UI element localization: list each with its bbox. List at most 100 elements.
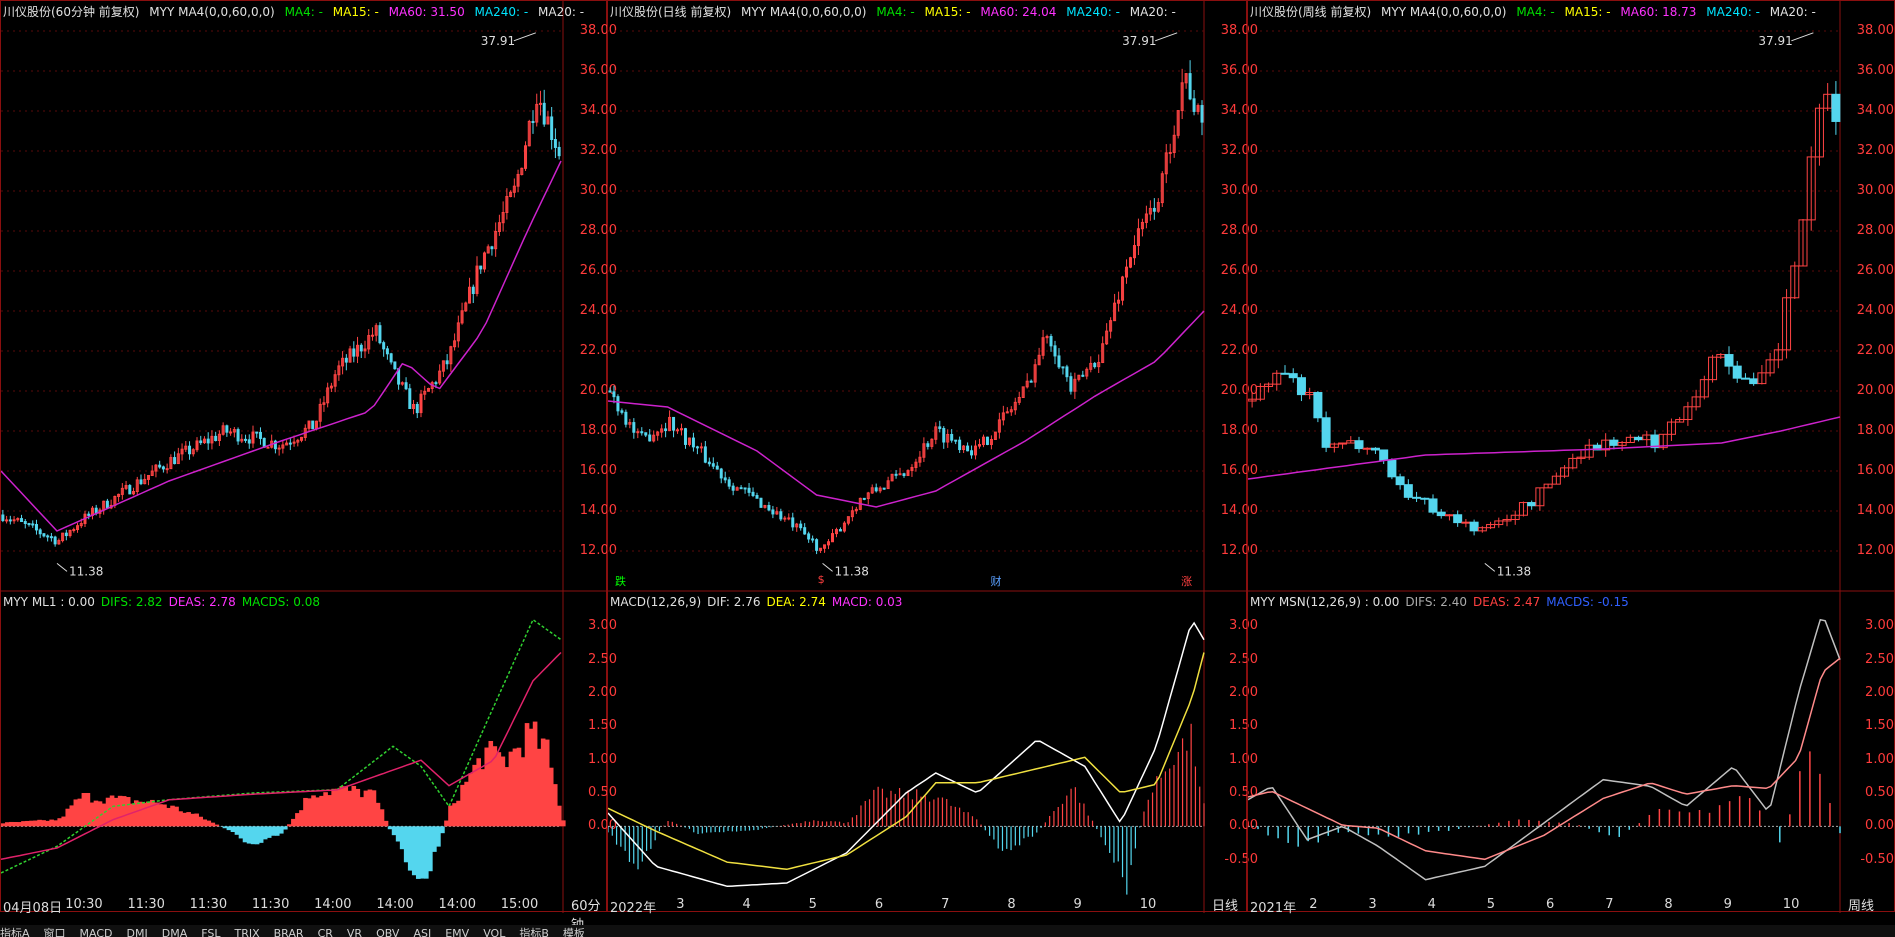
dif-line (1, 618, 562, 874)
histogram-bar (190, 813, 195, 827)
histogram-bar (432, 826, 437, 852)
histogram-bar (452, 803, 457, 827)
indicator-tab[interactable]: 模板 (563, 927, 585, 937)
histogram-bar (287, 824, 292, 827)
sub-y-tick-label: 1.00 (1865, 751, 1894, 767)
y-tick-label: 12.00 (1856, 543, 1894, 558)
panel-60min[interactable]: 川仪股份(60分钟 前复权) MYY MA4(0,0,60,0,0) MA4: … (0, 0, 617, 933)
indicator-tab[interactable]: MACD (80, 927, 113, 937)
indicator-tab[interactable]: OBV (376, 927, 399, 937)
candle-body (751, 491, 755, 497)
candle-body (894, 473, 898, 476)
sub-indicator-name[interactable]: MYY ML1 : 0.00 (3, 595, 95, 609)
event-marker[interactable]: 跌 (614, 573, 627, 589)
chart-canvas[interactable]: 37.91 11.38 (1, 1, 608, 913)
histogram-bar (85, 792, 91, 827)
period-label[interactable]: 周线 (1848, 895, 1874, 914)
histogram-bar (202, 819, 208, 827)
histogram-bar (283, 826, 288, 830)
event-marker[interactable]: 涨 (1180, 573, 1193, 589)
high-label: 37.91 (1758, 34, 1792, 48)
candle-body (490, 246, 494, 250)
candle-body (12, 519, 16, 522)
indicator-tab[interactable]: 指标A (0, 927, 30, 937)
histogram-bar (323, 792, 328, 827)
event-marker[interactable]: $ (817, 573, 826, 586)
indicator-tab[interactable]: VR (347, 927, 362, 937)
candle-body (747, 487, 751, 493)
indicator-tab[interactable]: DMA (162, 927, 188, 937)
histogram-bar (41, 820, 46, 827)
sub-y-tick-label: 3.00 (1865, 618, 1894, 634)
y-tick-label: 14.00 (1856, 503, 1894, 518)
low-label: 11.38 (1497, 564, 1531, 578)
histogram-bar (391, 826, 397, 836)
x-axis-label: 3 (676, 897, 685, 912)
histogram-bar (258, 826, 264, 843)
candle-body (1749, 378, 1759, 385)
chart-canvas[interactable]: 37.91 11.38 (608, 1, 1248, 913)
candle-body (20, 518, 24, 523)
indicator-tab[interactable]: BRAR (274, 927, 304, 937)
event-marker[interactable]: 财 (989, 573, 1002, 589)
candle-body (34, 524, 38, 531)
x-axis-label: 8 (1007, 897, 1016, 912)
candle-body (672, 416, 676, 431)
y-tick-label: 16.00 (1856, 463, 1894, 478)
indicator-tab[interactable]: ASI (413, 927, 431, 937)
candle-body (799, 523, 803, 529)
sub-indicator-name[interactable]: MACD(12,26,9) (610, 595, 701, 609)
candle-body (188, 445, 192, 455)
panel-title: 川仪股份(60分钟 前复权) MYY MA4(0,0,60,0,0) MA4: … (3, 3, 590, 20)
chart-canvas[interactable]: 37.91 11.38 (1248, 1, 1895, 913)
indicator-tab[interactable]: VOL (483, 927, 505, 937)
histogram-bar (69, 805, 75, 827)
histogram-bar (33, 820, 38, 827)
candle-body (1065, 366, 1069, 378)
ma4-value: MA4: - (876, 5, 915, 19)
sub-indicator-name[interactable]: MYY MSN(12,26,9) : 0.00 (1250, 595, 1399, 609)
candle-body (236, 429, 240, 442)
indicator-tab[interactable]: FSL (201, 927, 220, 937)
candle-body (791, 517, 795, 528)
histogram-bar (399, 826, 405, 850)
indicator-tab[interactable]: CR (318, 927, 333, 937)
high-pointer (1791, 32, 1814, 42)
sub-y-tick-label: 0.00 (1865, 818, 1894, 834)
candle-body (1387, 459, 1397, 478)
candle-body (683, 428, 687, 445)
indicator-tab[interactable]: DMI (127, 927, 148, 937)
y-tick-label: 38.00 (1856, 23, 1894, 38)
indicator-name[interactable]: MYY MA4(0,0,60,0,0) (741, 5, 866, 19)
histogram-bar (150, 799, 155, 827)
indicator-tab[interactable]: EMV (445, 927, 469, 937)
histogram-bar (363, 790, 369, 827)
histogram-bar (174, 806, 179, 827)
candle-body (1093, 362, 1097, 368)
candle-body (862, 497, 866, 500)
histogram-bar (13, 821, 18, 827)
histogram-bar (77, 798, 83, 827)
histogram-bar (536, 748, 542, 827)
histogram-bar (262, 826, 268, 840)
indicator-tab[interactable]: TRIX (234, 927, 259, 937)
indicator-name[interactable]: MYY MA4(0,0,60,0,0) (1381, 5, 1506, 19)
candle-body (1049, 336, 1053, 347)
indicator-tab[interactable]: 窗口 (44, 927, 66, 937)
indicator-tab[interactable]: 指标B (519, 927, 549, 937)
candle-body (970, 450, 974, 456)
histogram-bar (125, 797, 131, 827)
candle-body (624, 411, 628, 425)
indicator-name[interactable]: MYY MA4(0,0,60,0,0) (149, 5, 274, 19)
histogram-bar (540, 738, 546, 827)
x-axis-label: 11:30 (251, 897, 290, 912)
histogram-bar (464, 781, 469, 827)
panel-daily[interactable]: 川仪股份(日线 前复权) MYY MA4(0,0,60,0,0) MA4: - … (607, 0, 1258, 916)
indicator-tab-bar: 指标A 窗口 MACD DMI DMA FSL TRIX BRAR CR VR OBV ASI EMV V… (0, 925, 1895, 937)
period-label[interactable]: 日线 (1212, 895, 1238, 914)
candle-body (985, 436, 989, 445)
panel-weekly[interactable]: 川仪股份(周线 前复权) MYY MA4(0,0,60,0,0) MA4: - … (1247, 0, 1895, 916)
panel-title: 川仪股份(周线 前复权) MYY MA4(0,0,60,0,0) MA4: - … (1250, 3, 1822, 20)
candle-body (783, 517, 787, 520)
histogram-bar (327, 795, 332, 827)
